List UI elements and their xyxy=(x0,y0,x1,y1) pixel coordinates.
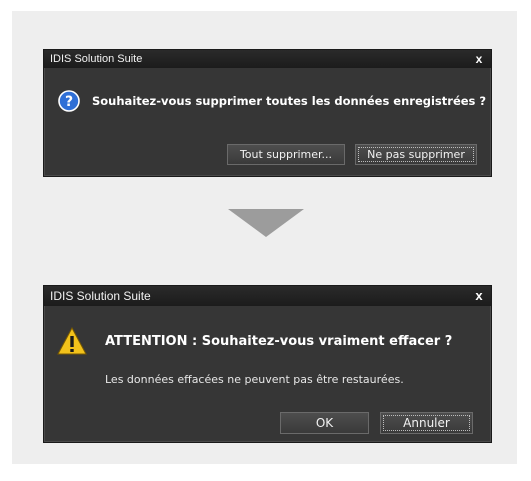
dont-delete-button[interactable]: Ne pas supprimer xyxy=(355,144,477,165)
question-icon: ? xyxy=(58,90,80,112)
dialog-submessage: Les données effacées ne peuvent pas être… xyxy=(105,373,404,386)
attention-dialog: IDIS Solution Suite x ATTENTION : Souhai… xyxy=(43,285,492,443)
delete-all-button[interactable]: Tout supprimer... xyxy=(227,144,345,165)
confirm-delete-dialog: IDIS Solution Suite x ? Souhaitez-vous s… xyxy=(43,49,492,177)
close-icon[interactable]: x xyxy=(473,50,485,68)
dialog-message: Souhaitez-vous supprimer toutes les donn… xyxy=(92,94,487,108)
dialog-title: IDIS Solution Suite xyxy=(50,53,143,65)
dialog-titlebar: IDIS Solution Suite x xyxy=(44,286,491,306)
dialog-message: ATTENTION : Souhaitez-vous vraiment effa… xyxy=(105,334,453,349)
ok-button[interactable]: OK xyxy=(280,412,369,434)
warning-icon xyxy=(57,327,87,355)
dialog-title: IDIS Solution Suite xyxy=(50,289,151,303)
down-arrow-icon xyxy=(228,209,304,237)
close-icon[interactable]: x xyxy=(473,286,485,304)
cancel-button[interactable]: Annuler xyxy=(380,412,473,434)
dialog-titlebar: IDIS Solution Suite x xyxy=(44,50,491,68)
svg-text:?: ? xyxy=(65,94,73,110)
